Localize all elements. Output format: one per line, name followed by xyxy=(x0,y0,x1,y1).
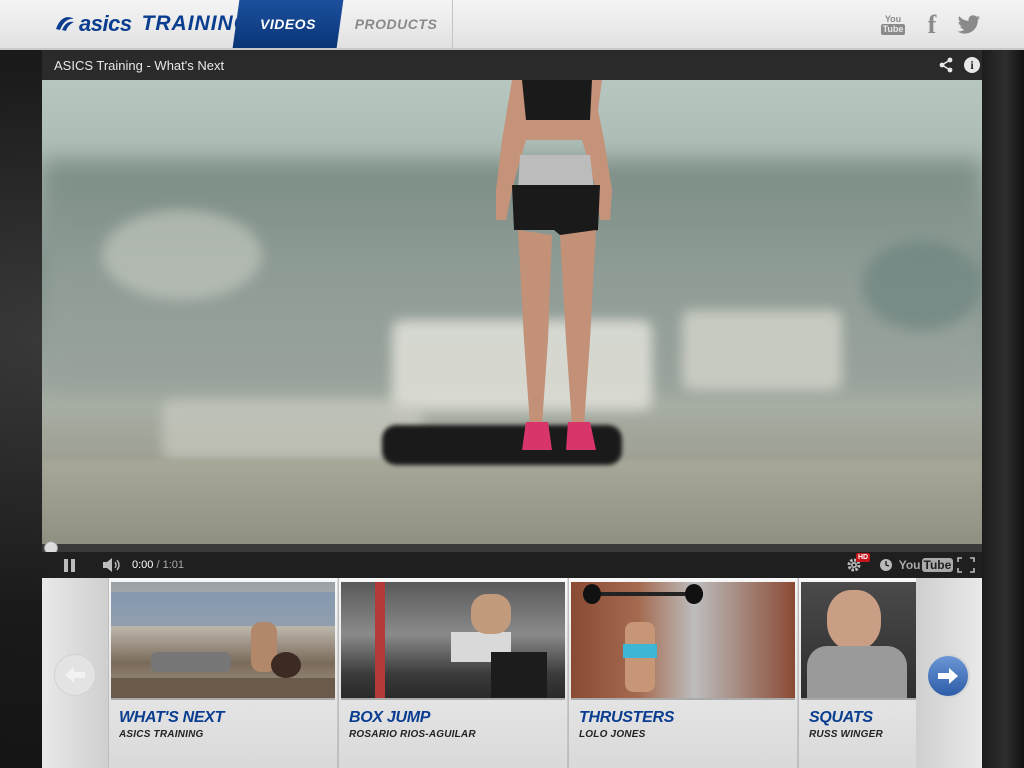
time-display: 0:00 / 1:01 xyxy=(132,552,184,578)
player-title-bar: ASICS Training - What's Next i xyxy=(42,50,982,80)
clock-icon xyxy=(880,559,892,571)
arrow-right-icon xyxy=(938,668,958,684)
share-icon[interactable] xyxy=(938,57,954,73)
video-card-title: THRUSTERS xyxy=(579,709,675,726)
thumb-figure xyxy=(271,652,301,678)
thumb-figure xyxy=(491,652,547,698)
nav-tab-videos-label: VIDEOS xyxy=(260,16,316,32)
carousel-next-button[interactable] xyxy=(926,654,970,698)
thumb-figure xyxy=(583,584,601,604)
video-thumbnail[interactable] xyxy=(801,582,916,700)
video-progress-bar[interactable] xyxy=(42,541,982,555)
city-blur xyxy=(862,240,982,330)
carousel-prev-panel xyxy=(42,578,108,768)
city-blur xyxy=(102,210,262,300)
thumb-figure xyxy=(111,592,335,626)
youtube-icon-top: You xyxy=(884,14,902,24)
thumb-figure xyxy=(111,678,335,698)
video-frame[interactable] xyxy=(42,80,982,544)
youtube-logo-tube: Tube xyxy=(921,558,954,572)
arrow-left-icon xyxy=(65,667,85,683)
youtube-icon[interactable]: You Tube xyxy=(880,12,906,38)
fullscreen-button[interactable] xyxy=(954,552,978,578)
current-time: 0:00 xyxy=(132,559,154,571)
video-card-subtitle: LOLO JONES xyxy=(579,729,646,740)
nav-tab-videos[interactable]: VIDEOS xyxy=(232,0,344,48)
youtube-logo-you: You xyxy=(898,558,921,572)
video-card-title: WHAT'S NEXT xyxy=(119,709,225,726)
facebook-icon-glyph: f xyxy=(927,10,937,39)
thumb-figure xyxy=(807,646,907,698)
asics-training-logo[interactable]: asics TRAINING xyxy=(54,10,251,38)
video-controls: 0:00 / 1:01 HD You Tube xyxy=(42,552,982,578)
info-icon[interactable]: i xyxy=(964,57,980,73)
video-card-box-jump[interactable]: BOX JUMP ROSARIO RIOS-AGUILAR xyxy=(338,578,567,768)
video-card-whats-next[interactable]: WHAT'S NEXT ASICS TRAINING xyxy=(108,578,337,768)
logo-brand-text: asics xyxy=(79,11,132,36)
city-blur xyxy=(682,310,842,390)
thumb-figure xyxy=(151,652,231,672)
video-card-subtitle: ROSARIO RIOS-AGUILAR xyxy=(349,729,476,740)
watch-later-button[interactable] xyxy=(876,552,896,578)
thumb-figure xyxy=(623,644,657,658)
video-thumbnail[interactable] xyxy=(111,582,335,700)
asics-stripe-logo-icon xyxy=(56,17,74,31)
thumb-figure xyxy=(827,590,881,650)
nav-tab-products[interactable]: PRODUCTS xyxy=(340,0,453,48)
pause-icon xyxy=(70,558,75,572)
hd-badge: HD xyxy=(856,553,871,562)
video-card-squats[interactable]: SQUATS RUSS WINGER xyxy=(798,578,916,768)
video-card-subtitle: RUSS WINGER xyxy=(809,729,883,740)
thumb-figure xyxy=(471,594,511,634)
youtube-icon-bottom: Tube xyxy=(880,24,906,35)
facebook-icon[interactable]: f xyxy=(922,10,942,39)
pause-icon xyxy=(63,558,68,572)
video-thumbnail[interactable] xyxy=(341,582,565,700)
thumb-figure xyxy=(685,584,703,604)
carousel-cards: WHAT'S NEXT ASICS TRAINING BOX JUMP ROSA… xyxy=(108,578,916,768)
nav-tab-products-label: PRODUCTS xyxy=(354,16,438,32)
top-header: asics TRAINING VIDEOS PRODUCTS You Tube … xyxy=(0,0,1024,50)
youtube-logo-button[interactable]: You Tube xyxy=(899,552,954,578)
thumb-figure xyxy=(375,582,385,698)
carousel-next-panel xyxy=(916,578,982,768)
background-right-edge xyxy=(979,50,1024,768)
twitter-bird-icon xyxy=(957,15,980,34)
twitter-icon[interactable] xyxy=(956,12,982,38)
carousel-prev-button[interactable] xyxy=(54,654,96,696)
athlete-figure xyxy=(496,80,612,450)
video-carousel: WHAT'S NEXT ASICS TRAINING BOX JUMP ROSA… xyxy=(42,578,982,768)
video-title[interactable]: ASICS Training - What's Next xyxy=(54,58,224,73)
duration: / 1:01 xyxy=(156,559,185,571)
speaker-icon xyxy=(103,558,120,572)
fullscreen-icon xyxy=(957,557,975,573)
video-card-subtitle: ASICS TRAINING xyxy=(119,729,204,740)
video-card-thrusters[interactable]: THRUSTERS LOLO JONES xyxy=(568,578,797,768)
video-card-title: SQUATS xyxy=(809,709,873,726)
ground xyxy=(42,460,982,544)
pause-button[interactable] xyxy=(56,552,82,578)
video-thumbnail[interactable] xyxy=(571,582,795,700)
video-card-title: BOX JUMP xyxy=(349,709,431,726)
volume-button[interactable] xyxy=(100,552,124,578)
